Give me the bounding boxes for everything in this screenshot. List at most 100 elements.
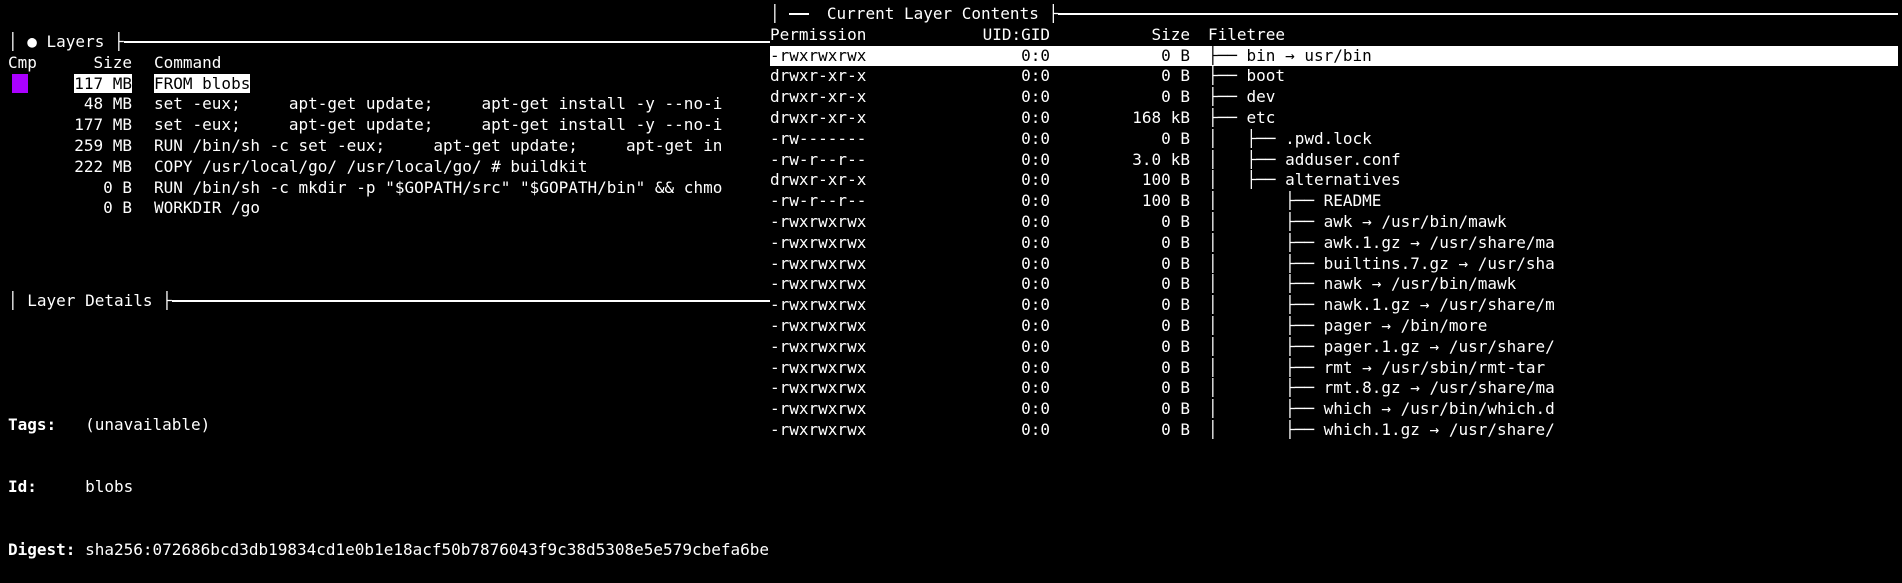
filetree-row[interactable]: -rw-r--r--0:03.0 kB│ ├── adduser.conf	[770, 150, 1898, 171]
filetree-row[interactable]: -rwxrwxrwx0:00 B│ ├── nawk → /usr/bin/ma…	[770, 274, 1898, 295]
filetree-row[interactable]: -rwxrwxrwx0:00 B│ ├── awk.1.gz → /usr/sh…	[770, 233, 1898, 254]
right-pane: │ Current Layer Contents ├ Permission UI…	[770, 0, 1902, 583]
layer-size-cell: 259 MB	[50, 136, 154, 157]
filetree-col-size: Size	[1080, 25, 1208, 46]
filetree-tree-cell: │ ├── pager → /bin/more	[1208, 316, 1898, 337]
layer-cmp-cell	[8, 157, 50, 178]
filetree-perm-cell: -rwxrwxrwx	[770, 295, 910, 316]
filetree-perm-cell: -rw-r--r--	[770, 150, 910, 171]
bullet-icon: ●	[27, 32, 46, 53]
filetree-tree-cell: │ ├── .pwd.lock	[1208, 129, 1898, 150]
filetree-perm-cell: drwxr-xr-x	[770, 66, 910, 87]
layer-size-cell: 222 MB	[50, 157, 154, 178]
layer-cmp-cell	[8, 74, 50, 95]
filetree-tree-cell: ├── etc	[1208, 108, 1898, 129]
filetree-ugid-cell: 0:0	[910, 191, 1080, 212]
layer-row[interactable]: 177 MBset -eux; apt-get update; apt-get …	[8, 115, 770, 136]
filetree-ugid-cell: 0:0	[910, 66, 1080, 87]
filetree-tree-cell: │ ├── README	[1208, 191, 1898, 212]
filetree-row[interactable]: drwxr-xr-x0:00 B├── dev	[770, 87, 1898, 108]
filetree-size-cell: 0 B	[1080, 295, 1208, 316]
filetree-row[interactable]: -rwxrwxrwx0:00 B│ ├── rmt.8.gz → /usr/sh…	[770, 378, 1898, 399]
filetree-ugid-cell: 0:0	[910, 150, 1080, 171]
filetree-row[interactable]: drwxr-xr-x0:0168 kB├── etc	[770, 108, 1898, 129]
app-root: │ ● Layers ├ Cmp Size Command 117 MBFROM…	[0, 0, 1902, 583]
filetree-size-cell: 0 B	[1080, 358, 1208, 379]
layer-row[interactable]: 0 BRUN /bin/sh -c mkdir -p "$GOPATH/src"…	[8, 178, 770, 199]
layer-row[interactable]: 259 MBRUN /bin/sh -c set -eux; apt-get u…	[8, 136, 770, 157]
layer-details: │ Layer Details ├ Tags: (unavailable) Id…	[8, 249, 770, 583]
filetree-perm-cell: -rwxrwxrwx	[770, 316, 910, 337]
filetree-ugid-cell: 0:0	[910, 212, 1080, 233]
filetree-perm-cell: -rwxrwxrwx	[770, 378, 910, 399]
cmp-color-badge	[12, 74, 28, 93]
filetree-row[interactable]: drwxr-xr-x0:0100 B│ ├── alternatives	[770, 170, 1898, 191]
filetree-tree-cell: │ ├── awk.1.gz → /usr/share/ma	[1208, 233, 1898, 254]
layers-table-header: Cmp Size Command	[8, 53, 770, 74]
filetree-ugid-cell: 0:0	[910, 170, 1080, 191]
layers-col-command: Command	[154, 53, 770, 74]
filetree-tree-cell: │ ├── nawk → /usr/bin/mawk	[1208, 274, 1898, 295]
filetree-size-cell: 0 B	[1080, 420, 1208, 441]
filetree-table[interactable]: Permission UID:GID Size Filetree -rwxrwx…	[770, 25, 1898, 441]
filetree-perm-cell: -rw-r--r--	[770, 191, 910, 212]
filetree-row[interactable]: -rwxrwxrwx0:00 B│ ├── which.1.gz → /usr/…	[770, 420, 1898, 441]
filetree-row[interactable]: -rwxrwxrwx0:00 B│ ├── builtins.7.gz → /u…	[770, 254, 1898, 275]
filetree-perm-cell: -rwxrwxrwx	[770, 212, 910, 233]
filetree-size-cell: 100 B	[1080, 191, 1208, 212]
layer-row[interactable]: 117 MBFROM blobs	[8, 74, 770, 95]
filetree-size-cell: 0 B	[1080, 87, 1208, 108]
details-digest-line: Digest: sha256:072686bcd3db19834cd1e0b1e…	[8, 540, 770, 561]
filetree-row[interactable]: -rwxrwxrwx0:00 B│ ├── pager.1.gz → /usr/…	[770, 337, 1898, 358]
filetree-perm-cell: -rwxrwxrwx	[770, 399, 910, 420]
filetree-row[interactable]: -rw-------0:00 B│ ├── .pwd.lock	[770, 129, 1898, 150]
filetree-row[interactable]: -rwxrwxrwx0:00 B│ ├── pager → /bin/more	[770, 316, 1898, 337]
details-id-label: Id:	[8, 477, 37, 496]
filetree-size-cell: 0 B	[1080, 254, 1208, 275]
layer-size-cell: 0 B	[50, 198, 154, 219]
details-tags-line: Tags: (unavailable)	[8, 415, 770, 436]
filetree-row[interactable]: drwxr-xr-x0:00 B├── boot	[770, 66, 1898, 87]
filetree-row[interactable]: -rwxrwxrwx0:00 B│ ├── rmt → /usr/sbin/rm…	[770, 358, 1898, 379]
filetree-ugid-cell: 0:0	[910, 46, 1080, 67]
filetree-size-cell: 100 B	[1080, 170, 1208, 191]
details-id-value: blobs	[85, 477, 133, 496]
layer-size-cell: 48 MB	[50, 94, 154, 115]
layer-size-cell: 177 MB	[50, 115, 154, 136]
layers-table[interactable]: Cmp Size Command 117 MBFROM blobs48 MBse…	[8, 53, 770, 219]
layer-command-cell: WORKDIR /go	[154, 198, 770, 219]
filetree-perm-cell: drwxr-xr-x	[770, 170, 910, 191]
filetree-size-cell: 0 B	[1080, 233, 1208, 254]
filetree-row[interactable]: -rw-r--r--0:0100 B│ ├── README	[770, 191, 1898, 212]
filetree-perm-cell: -rwxrwxrwx	[770, 274, 910, 295]
filetree-tree-cell: │ ├── rmt → /usr/sbin/rmt-tar	[1208, 358, 1898, 379]
filetree-row[interactable]: -rwxrwxrwx0:00 B│ ├── awk → /usr/bin/maw…	[770, 212, 1898, 233]
filetree-row[interactable]: -rwxrwxrwx0:00 B├── bin → usr/bin	[770, 46, 1898, 67]
filetree-tree-cell: │ ├── rmt.8.gz → /usr/share/ma	[1208, 378, 1898, 399]
filetree-perm-cell: -rw-------	[770, 129, 910, 150]
contents-section-head: │ Current Layer Contents ├	[770, 4, 1898, 25]
filetree-row[interactable]: -rwxrwxrwx0:00 B│ ├── nawk.1.gz → /usr/s…	[770, 295, 1898, 316]
layer-row[interactable]: 222 MBCOPY /usr/local/go/ /usr/local/go/…	[8, 157, 770, 178]
filetree-tree-cell: │ ├── pager.1.gz → /usr/share/	[1208, 337, 1898, 358]
layer-command-cell: set -eux; apt-get update; apt-get instal…	[154, 115, 770, 136]
details-digest-value: sha256:072686bcd3db19834cd1e0b1e18acf50b…	[85, 540, 769, 559]
layer-row[interactable]: 48 MBset -eux; apt-get update; apt-get i…	[8, 94, 770, 115]
filetree-size-cell: 0 B	[1080, 316, 1208, 337]
layers-col-cmp: Cmp	[8, 53, 50, 74]
details-digest-label: Digest:	[8, 540, 75, 559]
filetree-perm-cell: -rwxrwxrwx	[770, 420, 910, 441]
layers-col-size: Size	[50, 53, 154, 74]
layer-cmp-cell	[8, 198, 50, 219]
filetree-row[interactable]: -rwxrwxrwx0:00 B│ ├── which → /usr/bin/w…	[770, 399, 1898, 420]
layer-row[interactable]: 0 BWORKDIR /go	[8, 198, 770, 219]
filetree-size-cell: 0 B	[1080, 337, 1208, 358]
filetree-ugid-cell: 0:0	[910, 254, 1080, 275]
filetree-tree-cell: │ ├── which.1.gz → /usr/share/	[1208, 420, 1898, 441]
filetree-perm-cell: drwxr-xr-x	[770, 108, 910, 129]
filetree-size-cell: 0 B	[1080, 399, 1208, 420]
filetree-perm-cell: -rwxrwxrwx	[770, 337, 910, 358]
layer-command-cell: RUN /bin/sh -c set -eux; apt-get update;…	[154, 136, 770, 157]
filetree-ugid-cell: 0:0	[910, 337, 1080, 358]
filetree-size-cell: 0 B	[1080, 274, 1208, 295]
